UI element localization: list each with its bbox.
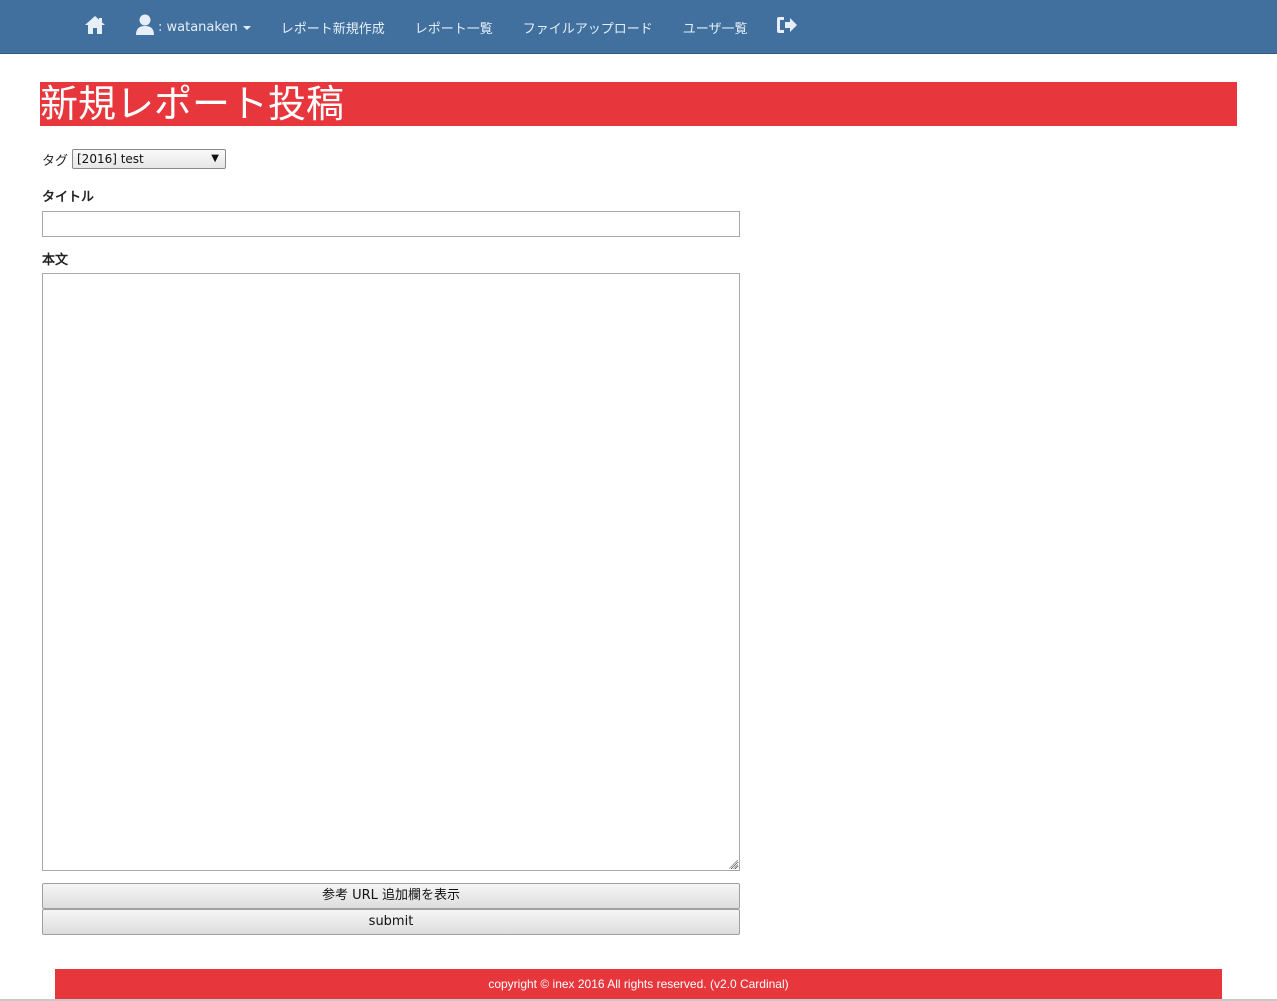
title-label: タイトル xyxy=(42,190,95,205)
footer-copyright: copyright © inex 2016 All rights reserve… xyxy=(55,969,1222,1001)
logout-icon xyxy=(776,15,798,39)
home-icon xyxy=(84,15,106,39)
chevron-down-icon xyxy=(242,26,251,30)
user-icon xyxy=(135,14,155,40)
tag-select[interactable]: [2016] test ▼ xyxy=(72,149,226,169)
nav-file-upload[interactable]: ファイルアップロード xyxy=(523,0,653,54)
dropdown-arrow-icon: ▼ xyxy=(211,153,219,164)
nav-report-list[interactable]: レポート一覧 xyxy=(415,0,493,54)
user-menu-dropdown[interactable]: : watanaken xyxy=(135,0,251,54)
title-input[interactable] xyxy=(42,211,740,237)
logout-link[interactable] xyxy=(776,0,798,54)
username-label: : watanaken xyxy=(158,19,238,35)
show-reference-url-button[interactable]: 参考 URL 追加欄を表示 xyxy=(42,883,740,909)
tag-label: タグ xyxy=(42,154,69,169)
submit-button[interactable]: submit xyxy=(42,909,740,935)
body-label: 本文 xyxy=(42,253,69,268)
body-textarea[interactable] xyxy=(42,273,740,871)
nav-user-list[interactable]: ユーザ一覧 xyxy=(683,0,748,54)
nav-new-report[interactable]: レポート新規作成 xyxy=(281,0,385,54)
nav-items: : watanaken レポート新規作成 レポート一覧 ファイルアップロード ユ… xyxy=(84,0,798,54)
top-navbar: : watanaken レポート新規作成 レポート一覧 ファイルアップロード ユ… xyxy=(0,0,1277,54)
home-link[interactable] xyxy=(84,0,106,54)
tag-selected-value: [2016] test xyxy=(77,152,144,166)
page-title: 新規レポート投稿 xyxy=(40,82,1237,126)
